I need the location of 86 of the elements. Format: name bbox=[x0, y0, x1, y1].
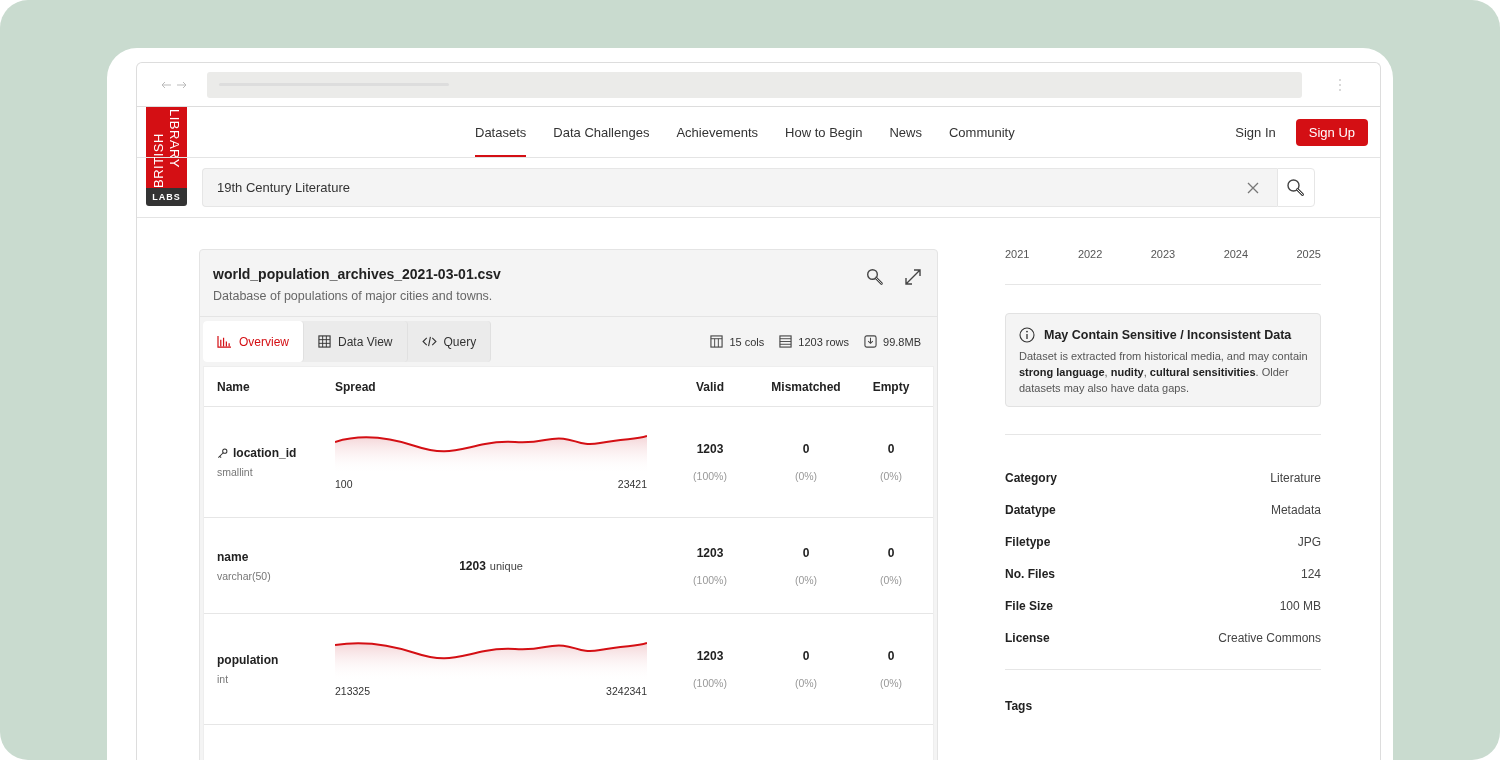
detail-value: 124 bbox=[1300, 567, 1321, 581]
sign-up-button[interactable]: Sign Up bbox=[1295, 118, 1368, 146]
column-header: Mismatched bbox=[770, 379, 842, 394]
logo-text: LABS bbox=[146, 188, 187, 206]
nav-link[interactable]: News bbox=[889, 107, 922, 157]
year-label: 2024 bbox=[1223, 248, 1249, 260]
bar-chart-icon bbox=[217, 335, 232, 348]
logo-text: BRITISH bbox=[151, 132, 166, 188]
expand-icon[interactable] bbox=[904, 268, 922, 286]
rows-icon bbox=[779, 335, 793, 348]
nav-link[interactable]: Datasets bbox=[475, 107, 527, 157]
field-name: location_id bbox=[233, 446, 297, 460]
nav-link[interactable]: Data Challenges bbox=[553, 107, 650, 157]
detail-label: Datatype bbox=[1005, 503, 1056, 517]
dataset-description: Database of populations of major cities and towns. bbox=[213, 289, 494, 303]
empty-count: 0 bbox=[887, 442, 895, 456]
mismatched-count: 0 bbox=[802, 649, 810, 663]
year-label: 2025 bbox=[1296, 248, 1321, 260]
tags-heading: Tags bbox=[1005, 699, 1034, 713]
detail-value: JPG bbox=[1297, 535, 1321, 549]
detail-label: Filetype bbox=[1005, 535, 1051, 549]
view-tab[interactable]: Overview bbox=[203, 321, 304, 362]
column-header: Spread bbox=[335, 379, 377, 394]
info-icon bbox=[1019, 327, 1035, 343]
stat-label: 1203 rows bbox=[798, 335, 850, 348]
sign-in-link[interactable]: Sign In bbox=[1235, 124, 1276, 140]
detail-label: License bbox=[1005, 631, 1050, 645]
notice-title: May Contain Sensitive / Inconsistent Data bbox=[1044, 328, 1292, 342]
empty-percent: (0%) bbox=[879, 470, 903, 482]
year-label: 2023 bbox=[1150, 248, 1176, 260]
unique-label: unique bbox=[489, 559, 523, 572]
dataset-title: world_population_archives_2021-03-01.csv bbox=[213, 266, 502, 282]
search-button[interactable] bbox=[1277, 168, 1315, 207]
detail-value: Creative Commons bbox=[1218, 631, 1321, 645]
logo-text: LIBRARY bbox=[167, 109, 182, 170]
nav-link[interactable]: Achievements bbox=[676, 107, 759, 157]
stat-label: 15 cols bbox=[729, 335, 765, 348]
valid-percent: (100%) bbox=[693, 677, 727, 689]
range-min: 100 bbox=[335, 478, 353, 490]
mismatched-count: 0 bbox=[802, 545, 810, 560]
detail-value: Literature bbox=[1270, 471, 1321, 485]
column-header: Name bbox=[217, 379, 251, 394]
year-label: 2021 bbox=[1005, 248, 1030, 260]
nav-link[interactable]: Community bbox=[948, 107, 1015, 157]
search-input[interactable]: 19th Century Literature bbox=[215, 179, 1247, 196]
search-icon bbox=[1286, 177, 1306, 198]
search-field[interactable]: 19th Century Literature bbox=[202, 168, 1277, 207]
valid-count: 1203 bbox=[696, 442, 724, 456]
detail-label: File Size bbox=[1005, 599, 1054, 613]
download-icon bbox=[864, 335, 878, 348]
empty-count: 0 bbox=[887, 649, 895, 663]
detail-value: 100 MB bbox=[1279, 599, 1321, 613]
empty-percent: (0%) bbox=[879, 677, 903, 689]
valid-percent: (100%) bbox=[693, 470, 727, 482]
empty-percent: (0%) bbox=[879, 573, 903, 586]
field-name: population bbox=[217, 653, 279, 667]
notice-text: Dataset is extracted from historical media, and may contain strong language, nudity, cultural sensitivities. Older datasets may also have data gaps. bbox=[1019, 349, 1308, 396]
field-type: smallint bbox=[217, 466, 254, 478]
mismatched-percent: (0%) bbox=[794, 470, 818, 482]
code-icon bbox=[421, 336, 437, 347]
clear-icon[interactable] bbox=[1247, 181, 1259, 194]
valid-count: 1203 bbox=[696, 545, 724, 560]
range-max: 3242341 bbox=[606, 685, 647, 697]
column-header: Empty bbox=[871, 379, 911, 394]
mismatched-count: 0 bbox=[802, 442, 810, 456]
year-label: 2022 bbox=[1077, 248, 1103, 260]
mismatched-percent: (0%) bbox=[794, 677, 818, 689]
detail-label: Category bbox=[1005, 471, 1057, 485]
range-max: 23421 bbox=[617, 478, 647, 490]
range-min: 213325 bbox=[335, 685, 371, 697]
columns-icon bbox=[710, 335, 724, 348]
field-type: varchar(50) bbox=[217, 569, 272, 582]
mismatched-percent: (0%) bbox=[794, 573, 818, 586]
detail-value: Metadata bbox=[1270, 503, 1321, 517]
nav-link[interactable]: How to Begin bbox=[785, 107, 863, 157]
search-icon[interactable] bbox=[866, 268, 884, 286]
valid-count: 1203 bbox=[696, 649, 724, 663]
detail-label: No. Files bbox=[1005, 567, 1055, 581]
stat-label: 99.8MB bbox=[883, 335, 921, 348]
empty-count: 0 bbox=[887, 545, 895, 560]
column-header: Valid bbox=[695, 379, 725, 394]
unique-count: 1203 bbox=[459, 558, 486, 573]
valid-percent: (100%) bbox=[693, 573, 727, 586]
table-icon bbox=[318, 335, 331, 348]
field-type: int bbox=[217, 673, 230, 685]
field-name: name bbox=[217, 549, 249, 564]
